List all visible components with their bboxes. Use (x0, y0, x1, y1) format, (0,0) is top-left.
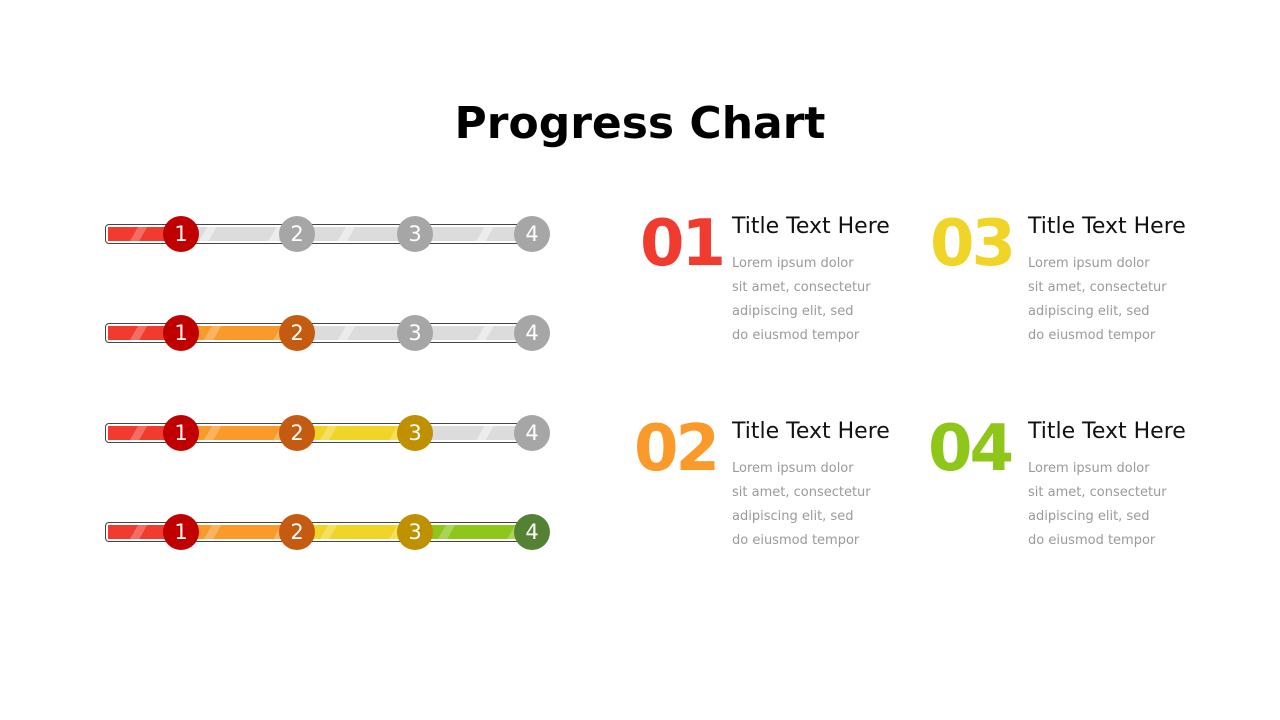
stage-marker: 4 (514, 315, 550, 351)
stage-marker: 4 (514, 514, 550, 550)
stage-marker: 3 (397, 514, 433, 550)
stage-marker: 2 (279, 216, 315, 252)
page-title: Progress Chart (454, 98, 826, 149)
progress-bar-1: 1 2 3 4 (105, 216, 550, 252)
card-body-line: Lorem ipsum dolor (1028, 461, 1150, 476)
stage-marker: 4 (514, 415, 550, 451)
card-number: 04 (928, 412, 1014, 486)
progress-bar-4: 1 2 3 4 (105, 514, 550, 550)
stage-marker: 3 (397, 315, 433, 351)
card-body-line: do eiusmod tempor (732, 533, 860, 548)
progress-bar-2: 1 2 3 4 (105, 315, 550, 351)
card-body-line: do eiusmod tempor (1028, 328, 1156, 343)
card-title: Title Text Here (732, 214, 890, 239)
card-body-line: sit amet, consectetur (732, 485, 871, 500)
card-body-line: Lorem ipsum dolor (732, 461, 854, 476)
card-body-line: adipiscing elit, sed (1028, 509, 1150, 524)
card-body-line: adipiscing elit, sed (1028, 304, 1150, 319)
card-body: Lorem ipsum dolor sit amet, consectetur … (732, 252, 902, 348)
card-body-line: Lorem ipsum dolor (1028, 256, 1150, 271)
card-body: Lorem ipsum dolor sit amet, consectetur … (732, 457, 902, 553)
card-number: 03 (930, 207, 1016, 281)
stage-marker: 1 (163, 415, 199, 451)
stage-marker: 2 (279, 315, 315, 351)
card-body-line: sit amet, consectetur (732, 280, 871, 295)
card-body-line: do eiusmod tempor (1028, 533, 1156, 548)
card-number: 02 (634, 412, 720, 486)
card-title: Title Text Here (1028, 419, 1186, 444)
stage-marker: 3 (397, 216, 433, 252)
card-02: 02 Title Text Here Lorem ipsum dolor sit… (634, 417, 914, 567)
card-title: Title Text Here (732, 419, 890, 444)
stage-marker: 1 (163, 315, 199, 351)
card-body-line: sit amet, consectetur (1028, 280, 1167, 295)
card-body: Lorem ipsum dolor sit amet, consectetur … (1028, 457, 1198, 553)
card-body-line: sit amet, consectetur (1028, 485, 1167, 500)
card-03: 03 Title Text Here Lorem ipsum dolor sit… (930, 212, 1210, 362)
card-body: Lorem ipsum dolor sit amet, consectetur … (1028, 252, 1198, 348)
stage-marker: 2 (279, 415, 315, 451)
card-body-line: Lorem ipsum dolor (732, 256, 854, 271)
card-title: Title Text Here (1028, 214, 1186, 239)
card-body-line: adipiscing elit, sed (732, 304, 854, 319)
card-number: 01 (640, 207, 726, 281)
card-body-line: adipiscing elit, sed (732, 509, 854, 524)
stage-marker: 4 (514, 216, 550, 252)
progress-bar-3: 1 2 3 4 (105, 415, 550, 451)
stage-marker: 1 (163, 216, 199, 252)
card-body-line: do eiusmod tempor (732, 328, 860, 343)
stage-marker: 1 (163, 514, 199, 550)
stage-marker: 3 (397, 415, 433, 451)
card-04: 04 Title Text Here Lorem ipsum dolor sit… (928, 417, 1208, 567)
card-01: 01 Title Text Here Lorem ipsum dolor sit… (640, 212, 920, 362)
stage-marker: 2 (279, 514, 315, 550)
